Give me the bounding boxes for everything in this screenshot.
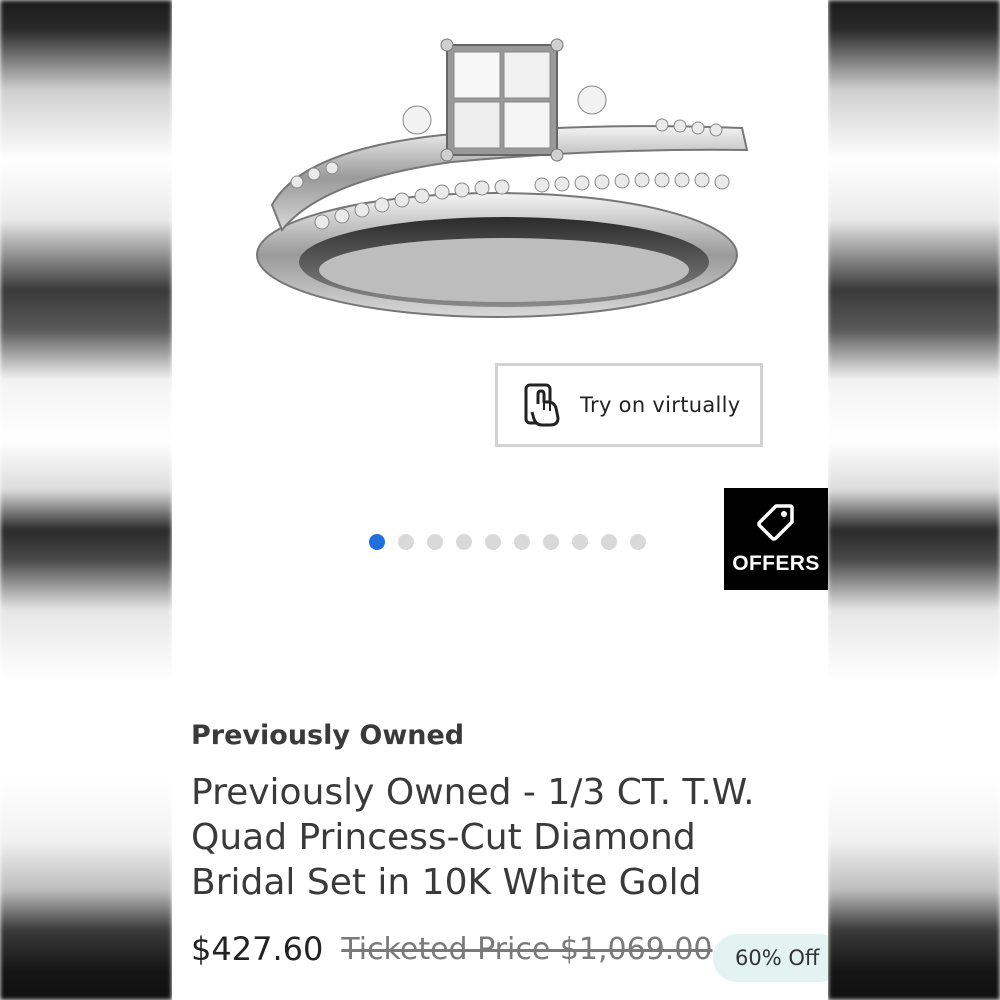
carousel-dot[interactable] [398,534,414,550]
price-row: $427.60 Ticketed Price $1,069.00 [191,930,713,968]
discount-badge: 60% Off [713,934,828,982]
product-image[interactable] [242,30,772,350]
carousel-dot[interactable] [485,534,501,550]
carousel-dot[interactable] [543,534,559,550]
offers-button[interactable]: OFFERS [724,488,828,590]
blurred-background-left [0,0,172,1000]
carousel-dot[interactable] [456,534,472,550]
blurred-background-right [828,0,1000,1000]
product-condition: Previously Owned [191,720,465,751]
carousel-dot[interactable] [514,534,530,550]
try-on-virtually-button[interactable]: Try on virtually [495,363,763,447]
carousel-dot[interactable] [630,534,646,550]
try-on-label: Try on virtually [580,393,741,417]
ticketed-price: Ticketed Price $1,069.00 [341,931,713,967]
carousel-dot[interactable] [427,534,443,550]
phone-hand-icon [524,383,560,427]
sale-price: $427.60 [191,930,324,968]
carousel-dot[interactable] [601,534,617,550]
product-title: Previously Owned - 1/3 CT. T.W. Quad Pri… [191,772,755,903]
offers-label: OFFERS [732,552,820,575]
carousel-dot[interactable] [369,534,385,550]
carousel-indicators [369,534,646,550]
tag-icon [757,504,794,541]
carousel-dot[interactable] [572,534,588,550]
product-panel: Try on virtually OFFERS Previously Owned… [172,0,828,1000]
